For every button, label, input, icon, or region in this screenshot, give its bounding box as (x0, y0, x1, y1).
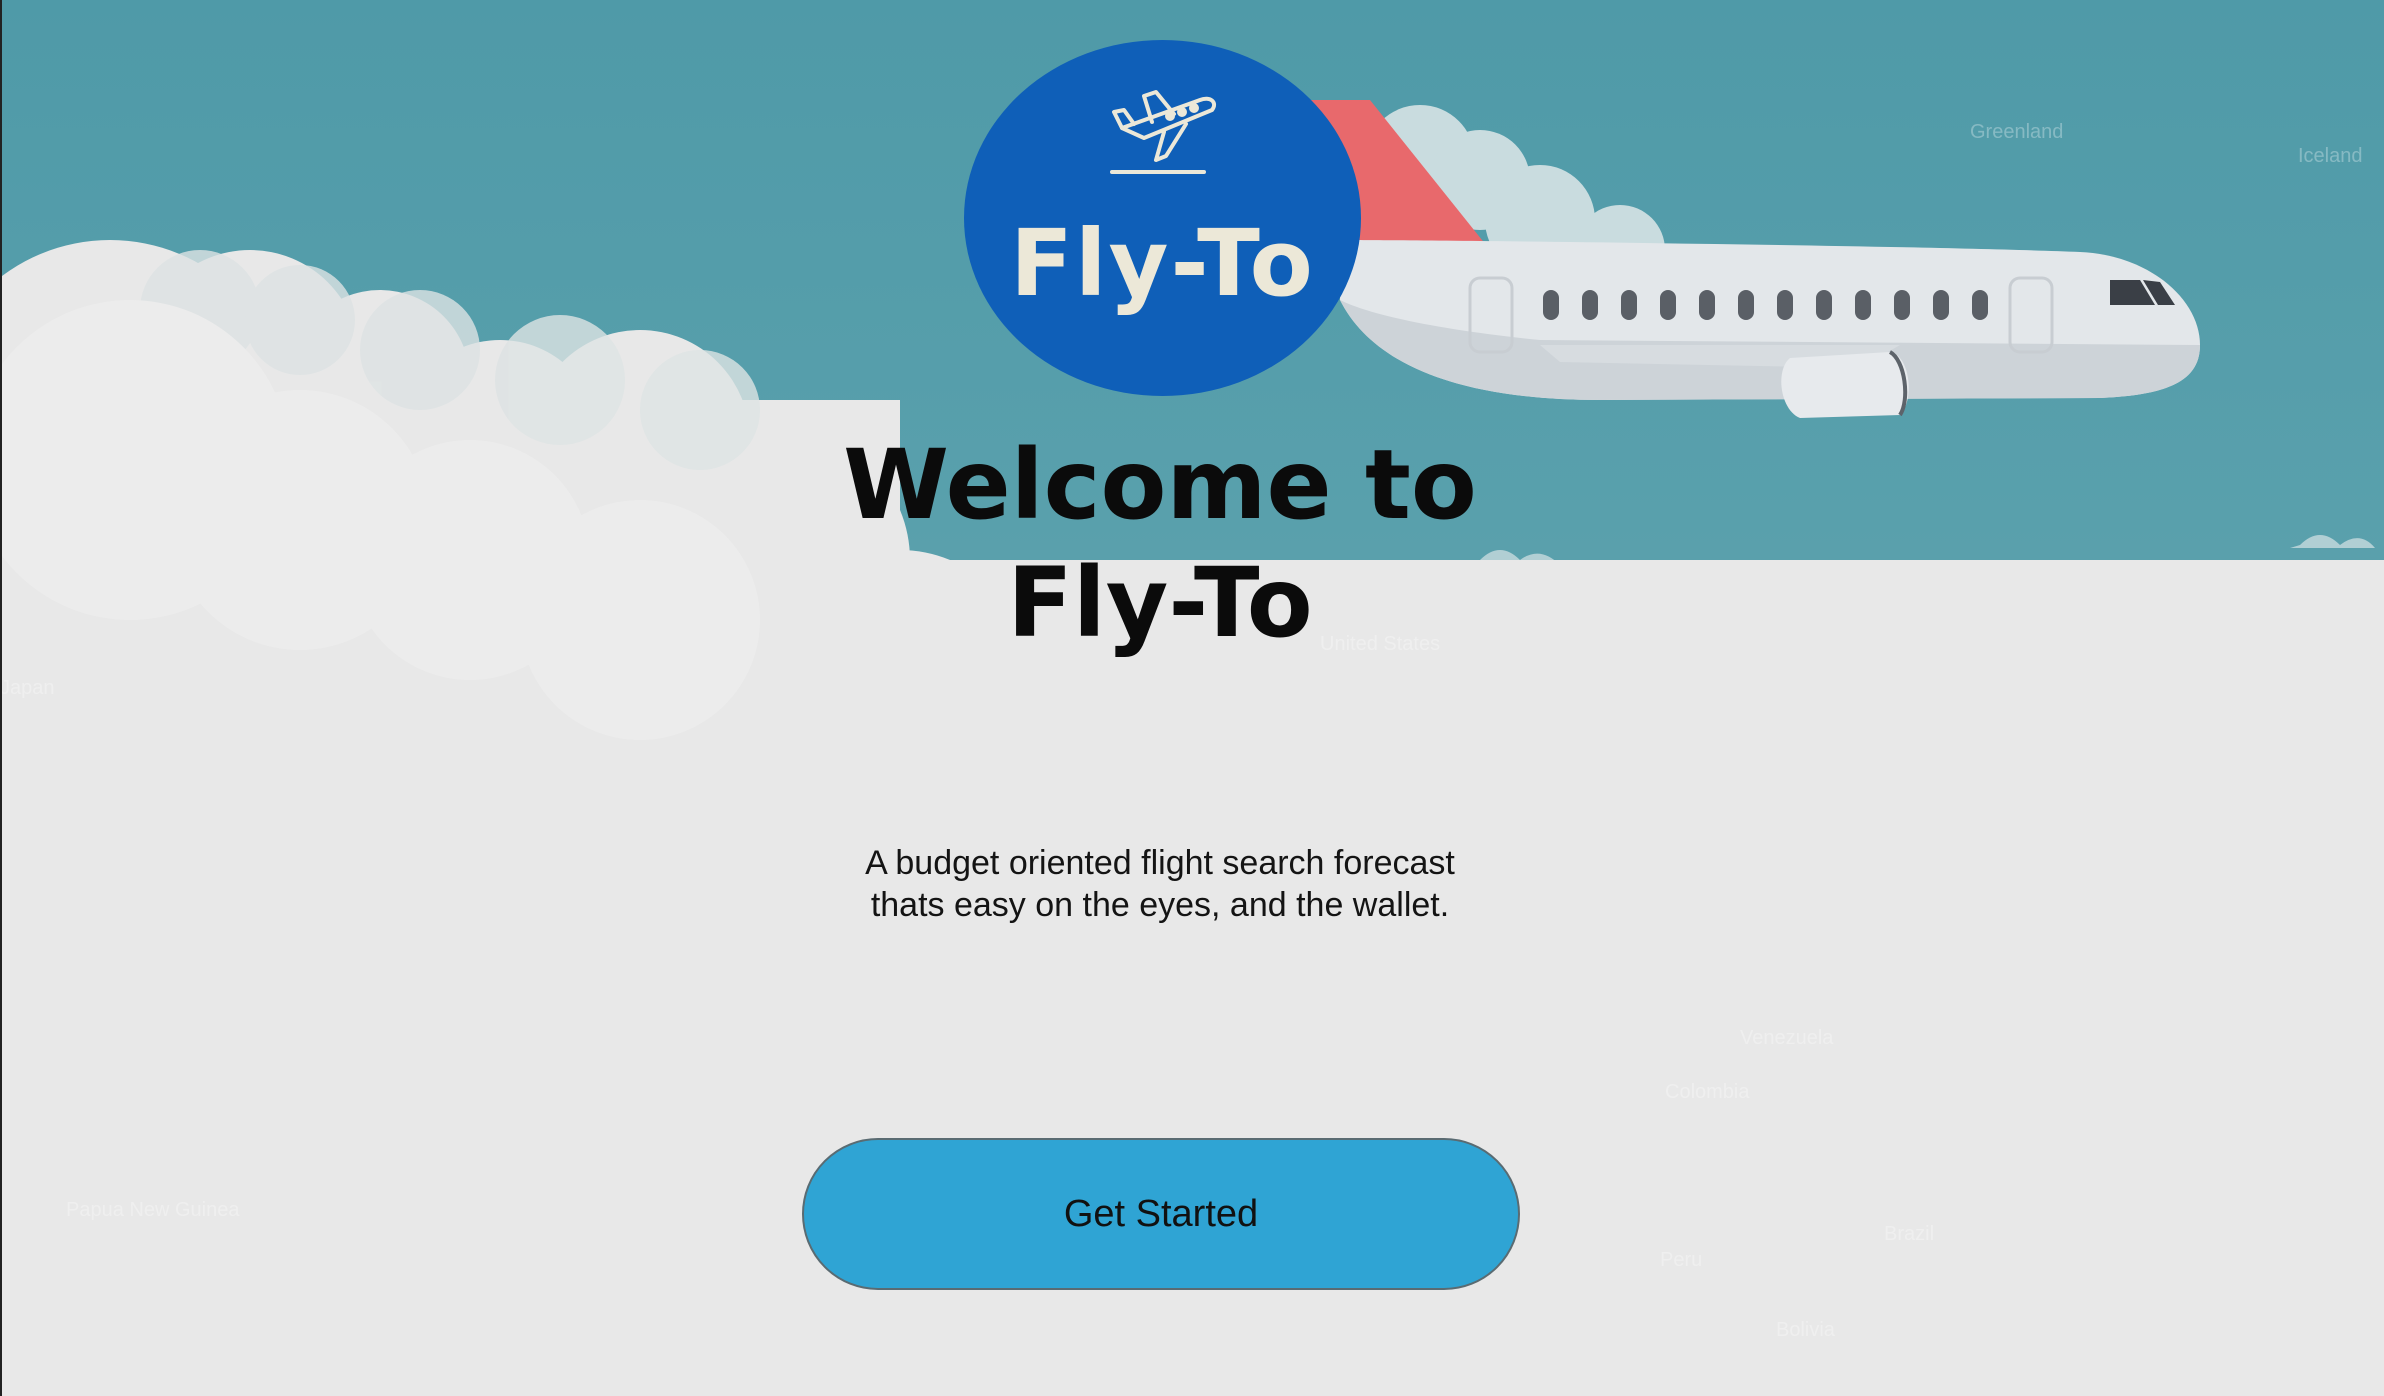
tagline-line-1: A budget oriented flight search forecast (865, 844, 1455, 882)
logo-text: Fly-To (1010, 210, 1315, 317)
heading-line-1: Welcome to (843, 429, 1477, 541)
tagline: A budget oriented flight search forecast… (760, 842, 1560, 926)
svg-text:Venezuela: Venezuela (1740, 1027, 1834, 1049)
fly-to-logo: Fly-To (964, 40, 1361, 396)
svg-text:Bolivia: Bolivia (1776, 1319, 1836, 1341)
svg-text:Japan: Japan (0, 677, 55, 699)
svg-text:Iceland: Iceland (2298, 145, 2363, 167)
welcome-heading: Welcome to Fly-To (760, 426, 1560, 662)
svg-text:Greenland: Greenland (1970, 121, 2063, 143)
heading-line-2: Fly-To (1007, 547, 1313, 659)
get-started-button[interactable]: Get Started (802, 1138, 1520, 1290)
welcome-screen: Greenland Iceland United States Japan Pa… (0, 0, 2384, 1396)
window-edge (0, 0, 2, 1396)
svg-text:Brazil: Brazil (1884, 1223, 1934, 1245)
svg-text:Colombia: Colombia (1665, 1081, 1750, 1103)
svg-text:Papua New Guinea: Papua New Guinea (66, 1199, 240, 1221)
airplane-icon (1110, 90, 1217, 174)
tagline-line-2: thats easy on the eyes, and the wallet. (870, 886, 1450, 924)
svg-text:Peru: Peru (1660, 1249, 1702, 1271)
